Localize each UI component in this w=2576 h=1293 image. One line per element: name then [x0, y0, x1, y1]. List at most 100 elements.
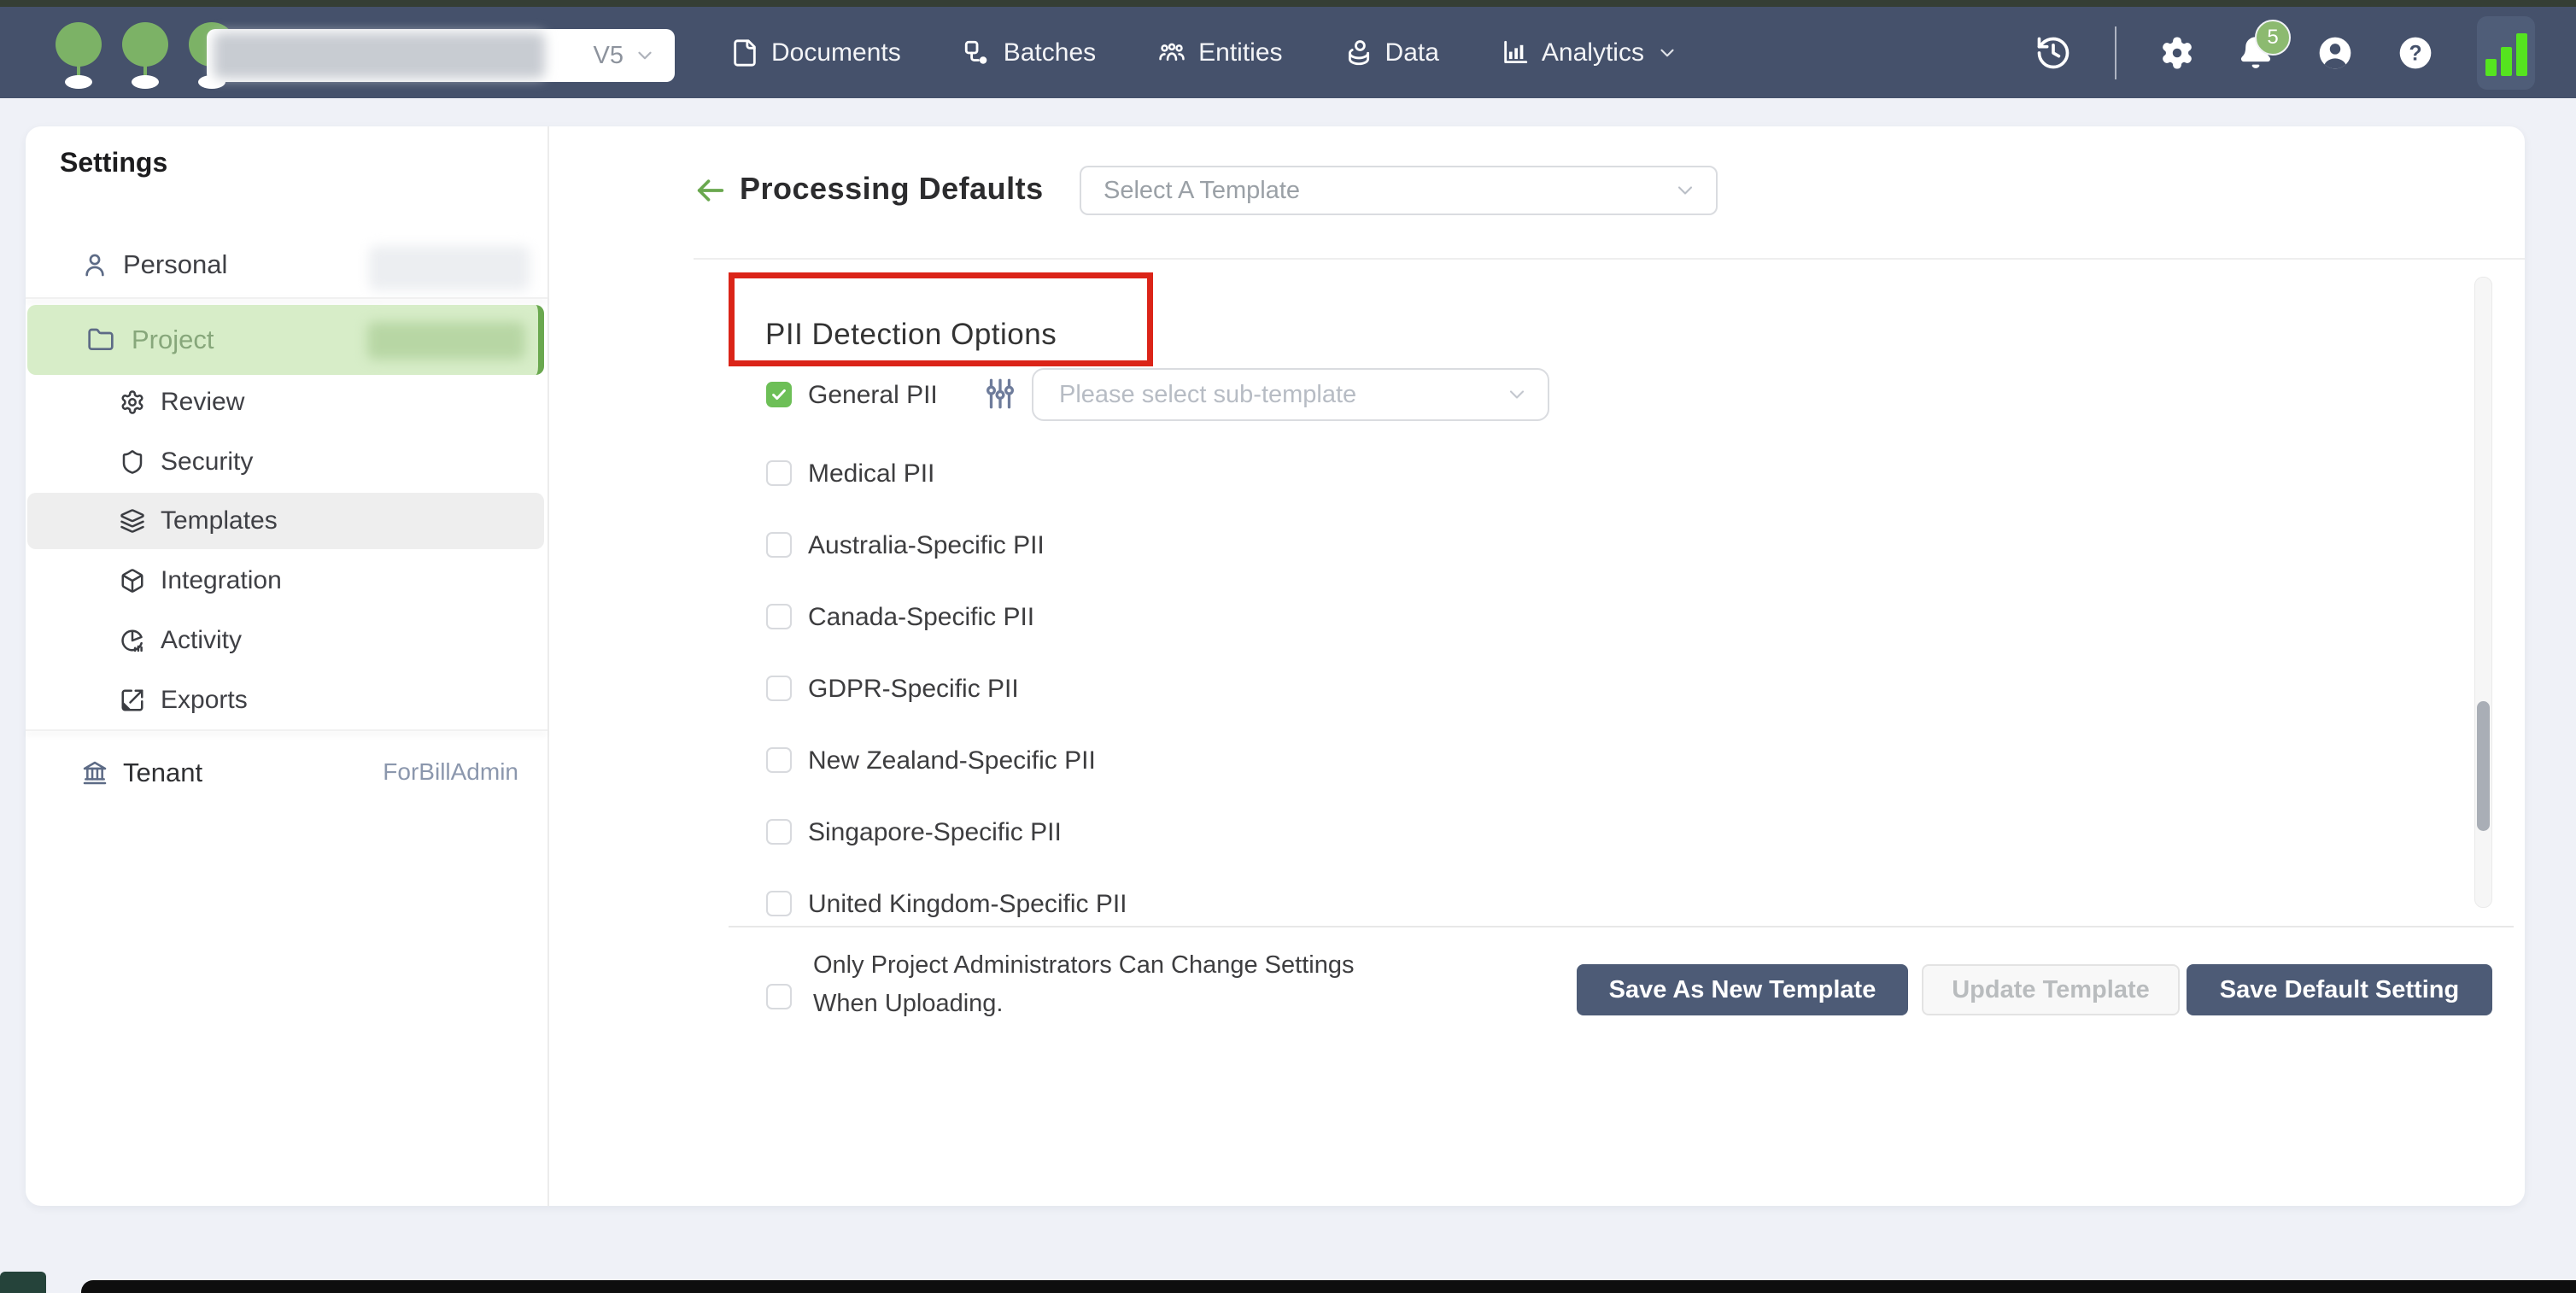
redacted-project-name [214, 32, 545, 79]
chevron-down-icon [1673, 178, 1697, 202]
sidebar-item-templates[interactable]: Templates [120, 495, 278, 547]
checkbox-gdpr-pii[interactable] [766, 676, 792, 701]
page-title: Processing Defaults [740, 171, 1044, 207]
sidebar-separator [26, 729, 547, 731]
template-select[interactable]: Select A Template [1080, 166, 1718, 215]
navbar-utilities: 5 ? [2034, 7, 2535, 98]
sidebar-item-personal[interactable]: Personal [81, 242, 227, 288]
window-top-edge [0, 0, 2576, 7]
scrollbar-thumb[interactable] [2477, 701, 2490, 831]
template-select-placeholder: Select A Template [1104, 177, 1300, 205]
checkbox-medical-pii[interactable] [766, 460, 792, 486]
app-root: V5 Documents Batches Entities Data [0, 0, 2576, 1293]
activity-chart-icon [120, 628, 145, 653]
chevron-down-icon [1505, 383, 1529, 407]
sidebar-item-tenant[interactable]: Tenant [81, 747, 202, 799]
logo-tree-icon [55, 22, 104, 89]
batches-icon [963, 38, 992, 67]
project-selector[interactable]: V5 [207, 29, 675, 82]
save-default-setting-button[interactable]: Save Default Setting [2187, 964, 2492, 1015]
insights-chart-button[interactable] [2477, 16, 2535, 90]
sidebar-item-integration[interactable]: Integration [120, 555, 282, 606]
nav-item-analytics[interactable]: Analytics [1501, 38, 1678, 67]
checkbox-australia-pii[interactable] [766, 532, 792, 558]
entities-icon [1157, 38, 1186, 67]
nav-item-label: Documents [771, 38, 901, 67]
sidebar-item-label: Review [161, 388, 244, 417]
update-template-button[interactable]: Update Template [1922, 964, 2180, 1015]
back-button[interactable] [694, 173, 728, 212]
nav-item-documents[interactable]: Documents [730, 38, 901, 67]
chart-bar-icon [2501, 47, 2512, 76]
sidebar-divider [547, 126, 549, 1206]
version-label: V5 [594, 42, 624, 70]
gear-icon [120, 389, 145, 415]
sidebar-item-review[interactable]: Review [120, 377, 244, 428]
sidebar-item-security[interactable]: Security [120, 436, 253, 488]
pii-option-label: New Zealand-Specific PII [808, 746, 1096, 775]
admin-checkbox-label: Only Project Administrators Can Change S… [813, 946, 1354, 1023]
subtemplate-select-placeholder: Please select sub-template [1059, 381, 1356, 409]
navbar-divider [2115, 26, 2116, 79]
chart-bar-icon [2485, 59, 2497, 76]
analytics-icon [1501, 38, 1530, 67]
sidebar-item-label: Exports [161, 686, 248, 715]
checkbox-general-pii[interactable] [766, 382, 792, 407]
checkbox-united-kingdom-pii[interactable] [766, 891, 792, 916]
pii-option-label: Medical PII [808, 459, 934, 489]
export-icon [120, 687, 145, 713]
checkbox-canada-pii[interactable] [766, 604, 792, 629]
top-navbar: V5 Documents Batches Entities Data [0, 7, 2576, 98]
pii-option-label: GDPR-Specific PII [808, 675, 1019, 704]
gear-icon[interactable] [2159, 35, 2195, 71]
sidebar-item-label: Project [132, 325, 214, 355]
sidebar-item-label: Personal [123, 249, 227, 280]
history-clock-icon[interactable] [2034, 34, 2072, 72]
check-icon [770, 385, 788, 404]
project-row-content: Project [87, 305, 214, 375]
pii-option-label: Australia-Specific PII [808, 531, 1045, 560]
pii-option-label: Canada-Specific PII [808, 603, 1034, 632]
sidebar-item-label: Tenant [123, 758, 202, 788]
subtemplate-select[interactable]: Please select sub-template [1032, 368, 1549, 421]
pii-option-label: Singapore-Specific PII [808, 818, 1062, 847]
nav-item-batches[interactable]: Batches [963, 38, 1096, 67]
arrow-left-icon [694, 173, 728, 208]
active-item-highlight [27, 493, 544, 549]
folder-icon [87, 326, 114, 354]
sliders-filter-icon[interactable] [982, 376, 1018, 416]
header-divider [694, 258, 2525, 260]
sliders-icon [982, 376, 1018, 412]
sidebar-item-project[interactable]: Project [27, 305, 544, 375]
help-icon[interactable]: ? [2397, 34, 2434, 72]
checkbox-singapore-pii[interactable] [766, 819, 792, 845]
window-bottom-bar [81, 1280, 2576, 1293]
sidebar-item-activity[interactable]: Activity [120, 615, 242, 666]
sidebar-item-label: Integration [161, 566, 282, 595]
sidebar-title: Settings [60, 147, 167, 178]
sidebar-item-label: Activity [161, 626, 242, 655]
annotation-red-box [729, 272, 1153, 366]
sidebar-item-label: Security [161, 448, 253, 477]
nav-item-label: Entities [1198, 38, 1282, 67]
document-icon [730, 38, 759, 67]
redacted-text [369, 246, 530, 290]
pii-option-label: General PII [808, 381, 938, 410]
notifications[interactable]: 5 [2238, 35, 2274, 71]
checkbox-admin-only[interactable] [766, 984, 792, 1009]
checkbox-new-zealand-pii[interactable] [766, 747, 792, 773]
pii-option-label: United Kingdom-Specific PII [808, 890, 1127, 919]
main-navigation: Documents Batches Entities Data Analytic… [730, 7, 1678, 98]
layers-icon [120, 508, 145, 534]
sidebar-item-exports[interactable]: Exports [120, 675, 248, 726]
admin-label-line2: When Uploading. [813, 985, 1354, 1023]
tenant-value: ForBillAdmin [290, 758, 518, 786]
nav-item-data[interactable]: Data [1344, 38, 1439, 67]
nav-item-label: Data [1385, 38, 1439, 67]
shield-icon [120, 449, 145, 475]
user-avatar-icon[interactable] [2316, 34, 2354, 72]
save-as-new-template-button[interactable]: Save As New Template [1577, 964, 1908, 1015]
nav-item-entities[interactable]: Entities [1157, 38, 1282, 67]
logo-tree-icon [121, 22, 171, 89]
bank-icon [81, 759, 108, 787]
